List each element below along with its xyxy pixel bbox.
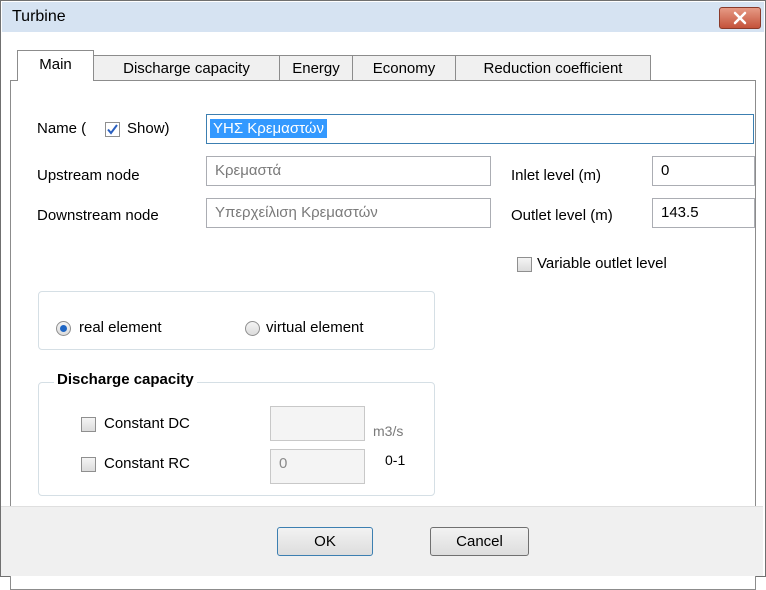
name-input[interactable]: ΥΗΣ Κρεμαστών bbox=[206, 114, 754, 144]
dc-unit-label: m3/s bbox=[373, 423, 404, 439]
downstream-node-field[interactable]: Υπερχείλιση Κρεμαστών bbox=[206, 198, 491, 228]
upstream-label: Upstream node bbox=[37, 167, 140, 184]
constant-rc-input[interactable]: 0 bbox=[270, 449, 365, 484]
ok-button[interactable]: OK bbox=[277, 527, 373, 556]
close-icon bbox=[733, 11, 747, 25]
name-label: Name ( bbox=[37, 120, 87, 137]
title-bar[interactable]: Turbine bbox=[2, 2, 764, 32]
rc-unit-label: 0-1 bbox=[385, 452, 406, 468]
discharge-capacity-group bbox=[38, 382, 435, 496]
radio-selected-dot bbox=[60, 325, 67, 332]
constant-rc-label: Constant RC bbox=[104, 455, 190, 472]
name-input-value: ΥΗΣ Κρεμαστών bbox=[210, 119, 327, 138]
variable-outlet-label: Variable outlet level bbox=[537, 255, 667, 272]
tab-reduction-coefficient[interactable]: Reduction coefficient bbox=[455, 55, 651, 80]
outlet-level-input[interactable]: 143.5 bbox=[652, 198, 755, 228]
tab-discharge-capacity[interactable]: Discharge capacity bbox=[93, 55, 280, 80]
tab-economy[interactable]: Economy bbox=[352, 55, 456, 80]
real-element-radio[interactable] bbox=[56, 321, 71, 336]
checkmark-icon bbox=[107, 124, 118, 135]
upstream-node-field[interactable]: Κρεμαστά bbox=[206, 156, 491, 186]
constant-dc-checkbox[interactable] bbox=[81, 417, 96, 432]
real-element-label: real element bbox=[79, 319, 162, 336]
downstream-label: Downstream node bbox=[37, 207, 159, 224]
virtual-element-label: virtual element bbox=[266, 319, 364, 336]
button-bar: OK Cancel bbox=[1, 506, 763, 576]
close-button[interactable] bbox=[719, 7, 761, 29]
constant-rc-checkbox[interactable] bbox=[81, 457, 96, 472]
constant-dc-input[interactable] bbox=[270, 406, 365, 441]
cancel-button[interactable]: Cancel bbox=[430, 527, 529, 556]
variable-outlet-checkbox[interactable] bbox=[517, 257, 532, 272]
constant-dc-label: Constant DC bbox=[104, 415, 190, 432]
window-title: Turbine bbox=[12, 8, 66, 25]
discharge-group-title: Discharge capacity bbox=[54, 371, 197, 388]
show-checkbox[interactable] bbox=[105, 122, 120, 137]
show-label: Show) bbox=[127, 120, 170, 137]
outlet-level-label: Outlet level (m) bbox=[511, 207, 613, 224]
inlet-level-label: Inlet level (m) bbox=[511, 167, 602, 184]
inlet-level-input[interactable]: 0 bbox=[652, 156, 755, 186]
tab-energy[interactable]: Energy bbox=[279, 55, 353, 80]
virtual-element-radio[interactable] bbox=[245, 321, 260, 336]
tab-main[interactable]: Main bbox=[17, 50, 94, 81]
